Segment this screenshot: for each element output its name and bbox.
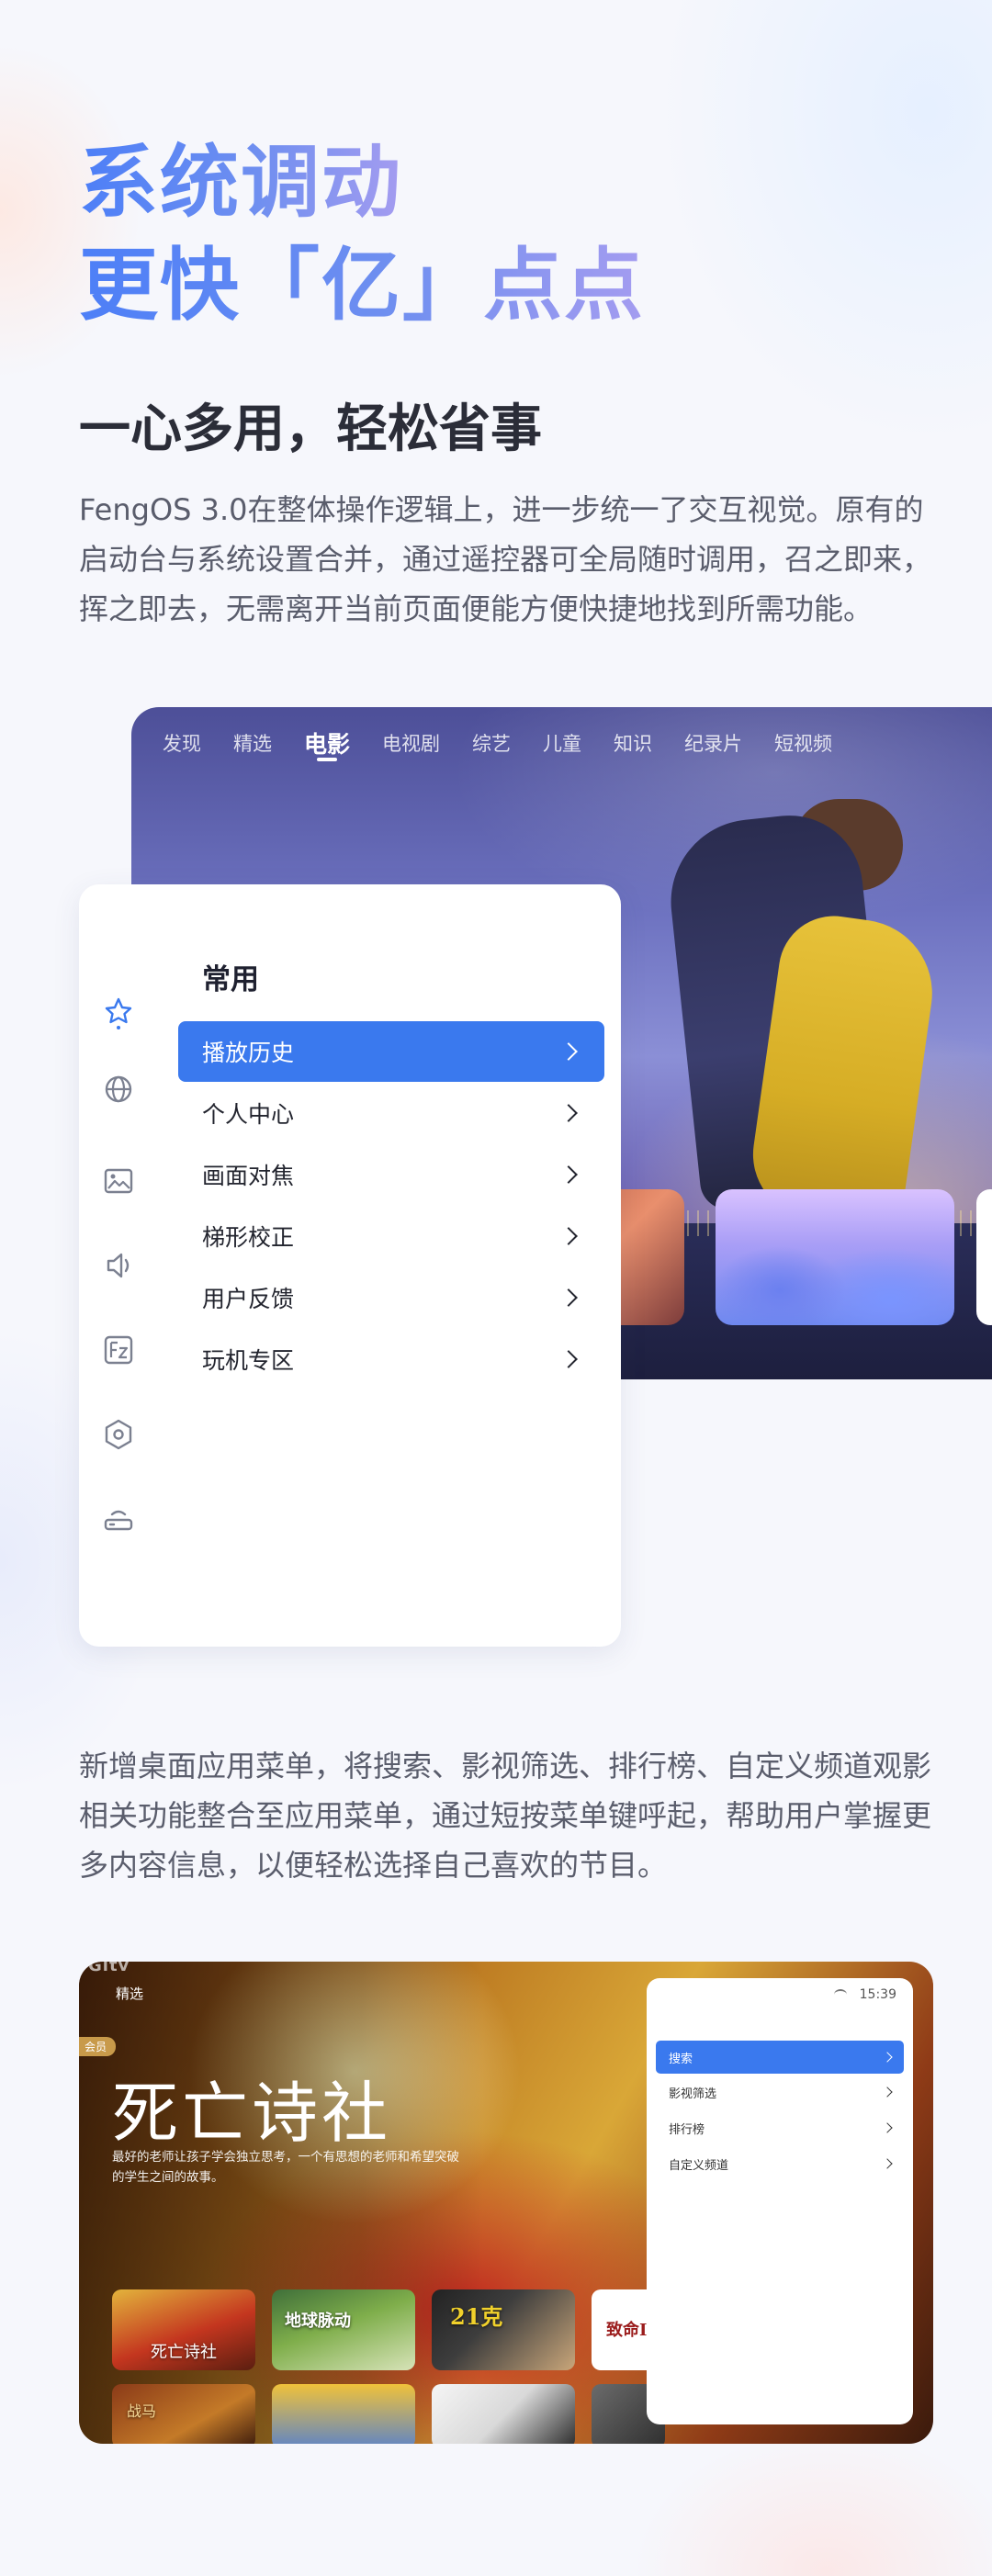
vip-badge: 会员 <box>79 2037 117 2056</box>
chevron-right-icon <box>882 2052 893 2063</box>
menu-item-label: 用户反馈 <box>202 1286 295 1312</box>
tv-app-menu-screenshot: Gitv 精选 会员 死亡诗社 最好的老师让孩子学会独立思考，一个有思想的老师和… <box>79 1962 933 2444</box>
app-menu-panel: 15:39 搜索 影视筛选 排行榜 自定义频道 <box>647 1978 913 2424</box>
app-menu-item-label: 影视筛选 <box>669 2087 717 2101</box>
section2-paragraph: 新增桌面应用菜单，将搜索、影视筛选、排行榜、自定义频道观影相关功能整合至应用菜单… <box>79 1749 932 1883</box>
menu-item-label: 梯形校正 <box>202 1224 295 1251</box>
app-menu-item-custom-channel[interactable]: 自定义频道 <box>656 2147 904 2180</box>
tab-kids[interactable]: 儿童 <box>543 729 581 759</box>
headline-line-1: 系统调动 <box>79 118 402 232</box>
tab-featured[interactable]: 精选 <box>116 1984 143 2003</box>
poster-card[interactable] <box>272 2384 415 2444</box>
menu-item-play-history[interactable]: 播放历史 <box>178 1021 604 1082</box>
app-menu-item-filter[interactable]: 影视筛选 <box>656 2075 904 2109</box>
poster-card[interactable]: 21克 <box>432 2289 575 2370</box>
globe-icon[interactable] <box>101 1072 136 1107</box>
app-menu-item-search[interactable]: 搜索 <box>656 2041 904 2074</box>
chevron-right-icon <box>559 1042 578 1061</box>
menu-item-player-zone[interactable]: 玩机专区 <box>178 1329 604 1389</box>
app-menu-item-label: 自定义频道 <box>669 2158 729 2173</box>
tab-documentary[interactable]: 纪录片 <box>684 729 742 759</box>
router-icon[interactable] <box>101 1502 136 1536</box>
star-icon[interactable] <box>101 995 136 1029</box>
poster-title: 死亡诗社 <box>151 2343 217 2362</box>
menu-item-label: 播放历史 <box>202 1040 295 1066</box>
poster-card[interactable]: 死亡诗社 <box>112 2289 255 2370</box>
wifi-icon <box>834 1989 847 2000</box>
speaker-icon[interactable] <box>101 1248 136 1283</box>
tab-movies[interactable]: 电影 <box>304 726 350 759</box>
menu-item-keystone[interactable]: 梯形校正 <box>178 1206 604 1266</box>
poster-card[interactable] <box>432 2384 575 2444</box>
tab-variety[interactable]: 综艺 <box>472 729 511 759</box>
menu-item-label: 画面对焦 <box>202 1163 295 1189</box>
image-icon[interactable] <box>101 1164 136 1198</box>
menu-heading: 常用 <box>202 963 259 996</box>
hero-shade <box>79 1962 483 2444</box>
content-thumbnail[interactable] <box>716 1189 954 1325</box>
headline-line-2: 更快「亿」点点 <box>79 220 645 335</box>
fz-icon[interactable] <box>101 1333 136 1367</box>
clock: 15:39 <box>859 1987 896 2002</box>
tab-tv-series[interactable]: 电视剧 <box>382 729 440 759</box>
chevron-right-icon <box>559 1350 578 1368</box>
chevron-right-icon <box>559 1288 578 1307</box>
menu-item-label: 玩机专区 <box>202 1347 295 1374</box>
app-menu-item-label: 排行榜 <box>669 2122 705 2137</box>
poster-card[interactable]: 战马 <box>112 2384 255 2444</box>
poster-title: 战马 <box>127 2402 157 2420</box>
launcher-settings-panel: 常用 播放历史 个人中心 画面对焦 梯形校正 用户反馈 玩机专区 <box>79 884 621 1647</box>
content-thumbnail[interactable] <box>976 1189 992 1325</box>
hexagon-settings-icon[interactable] <box>101 1417 136 1452</box>
menu-item-personal-center[interactable]: 个人中心 <box>178 1083 604 1143</box>
chevron-right-icon <box>559 1165 578 1184</box>
brand-logo: Gitv <box>88 1962 130 1975</box>
poster-title: 21克 <box>450 2303 503 2330</box>
chevron-right-icon <box>882 2158 893 2169</box>
poster-title: 地球脉动 <box>285 2312 351 2331</box>
movie-title: 死亡诗社 <box>112 2075 392 2152</box>
tab-knowledge[interactable]: 知识 <box>614 729 652 759</box>
menu-item-focus[interactable]: 画面对焦 <box>178 1144 604 1205</box>
movie-description: 最好的老师让孩子学会独立思考，一个有思想的老师和希望突破的学生之间的故事。 <box>112 2150 459 2185</box>
top-tab-bar: 发现 精选 电影 电视剧 综艺 儿童 知识 纪录片 短视频 <box>163 729 864 759</box>
tab-short-video[interactable]: 短视频 <box>774 729 832 759</box>
app-menu-item-ranking[interactable]: 排行榜 <box>656 2111 904 2144</box>
app-menu-item-label: 搜索 <box>669 2052 693 2066</box>
section1-paragraph: FengOS 3.0在整体操作逻辑上，进一步统一了交互视觉。原有的启动台与系统设… <box>79 492 932 626</box>
chevron-right-icon <box>882 2087 893 2098</box>
chevron-right-icon <box>559 1227 578 1245</box>
menu-item-label: 个人中心 <box>202 1101 295 1128</box>
tab-featured[interactable]: 精选 <box>233 729 272 759</box>
tab-discover[interactable]: 发现 <box>163 729 201 759</box>
menu-item-feedback[interactable]: 用户反馈 <box>178 1267 604 1328</box>
chevron-right-icon <box>559 1104 578 1122</box>
chevron-right-icon <box>882 2122 893 2133</box>
section-title: 一心多用，轻松省事 <box>79 399 542 459</box>
poster-card[interactable]: 地球脉动 <box>272 2289 415 2370</box>
